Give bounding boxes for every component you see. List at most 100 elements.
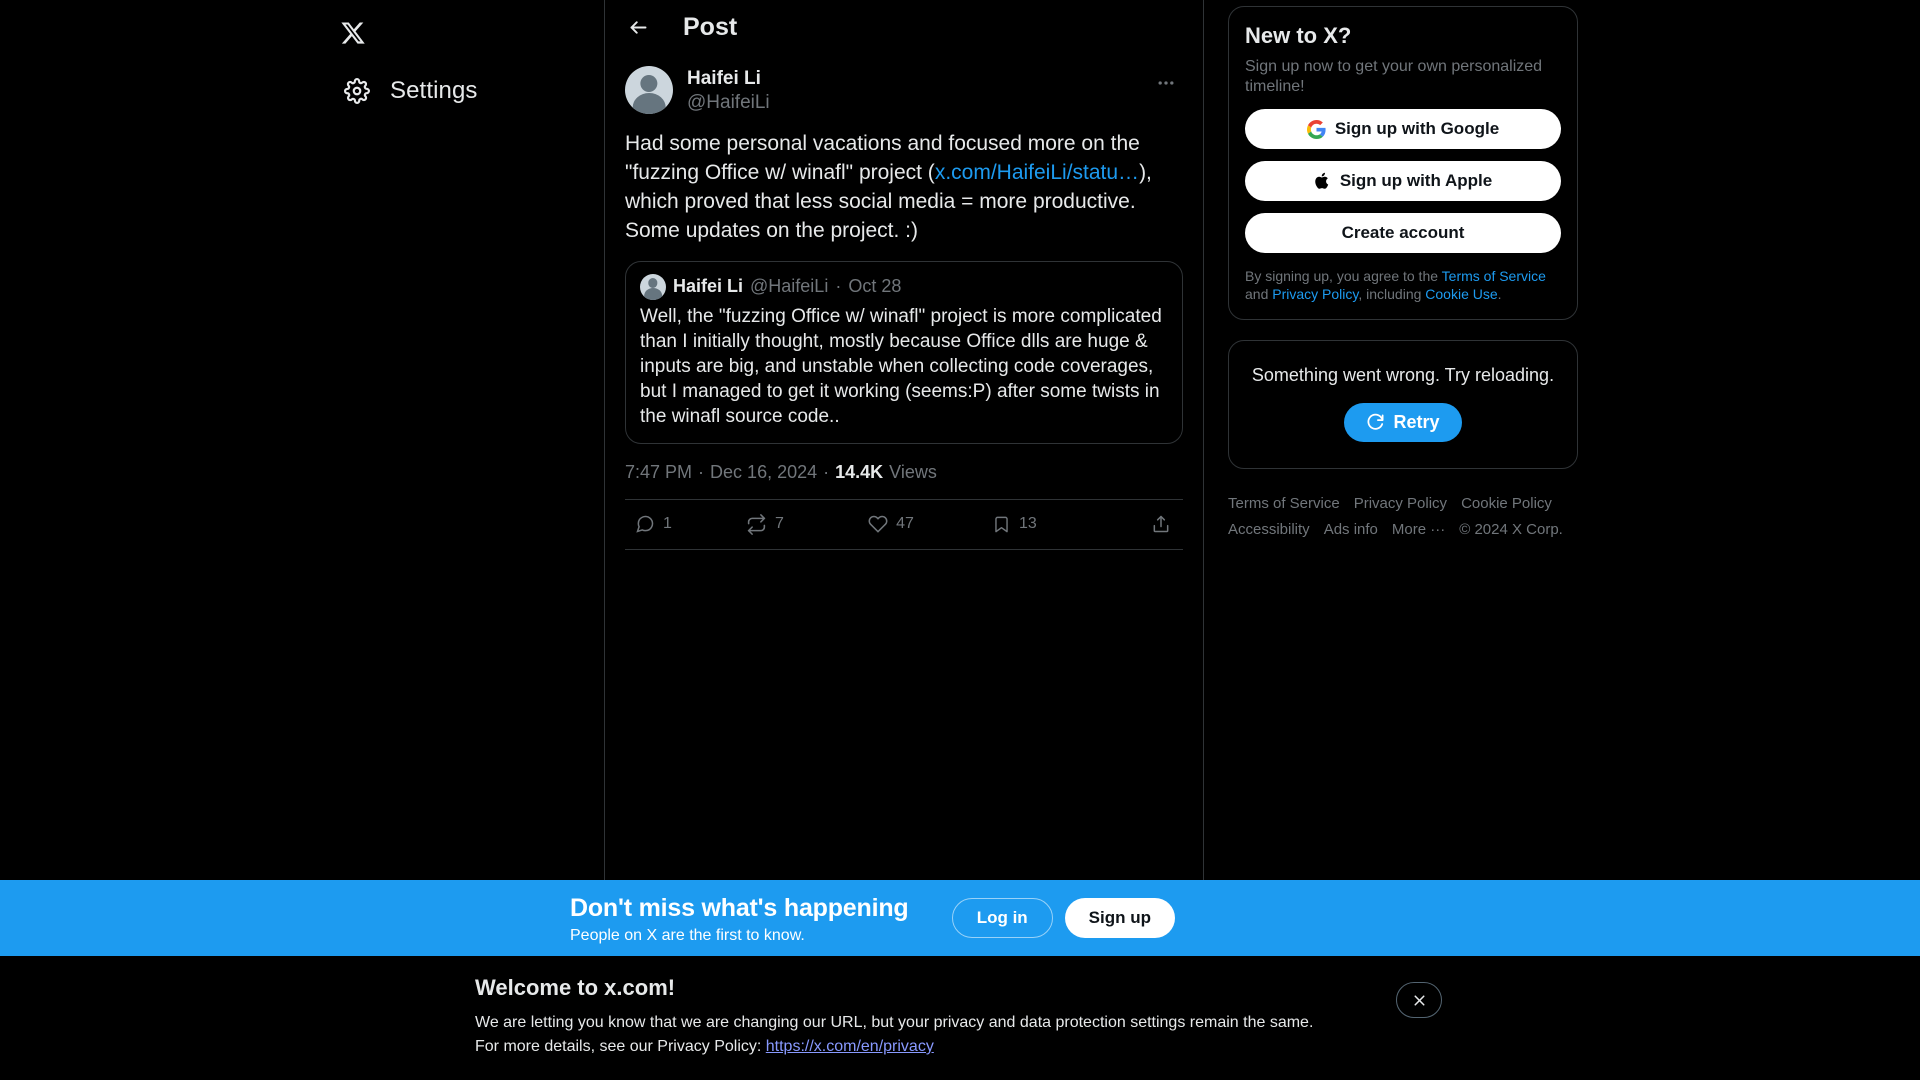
login-button[interactable]: Log in [951,898,1053,938]
notice-close-button[interactable] [1396,982,1442,1018]
gear-icon [340,74,374,108]
banner-text-block: Don't miss what's happening People on X … [570,894,909,945]
x-logo-icon [336,16,370,50]
reply-button[interactable]: 1 [635,514,672,534]
signup-apple-label: Sign up with Apple [1339,171,1493,190]
footer-link-terms[interactable]: Terms of Service [1228,495,1340,512]
footer-link-privacy[interactable]: Privacy Policy [1354,495,1447,512]
notice-line-1: We are letting you know that we are chan… [475,1014,1314,1031]
post-author-row: Haifei Li @HaifeiLi [625,58,1183,115]
signup-button[interactable]: Sign up [1064,898,1175,938]
retry-label: Retry [1393,412,1440,432]
signup-google-button[interactable]: Sign up with Google [1245,109,1561,149]
notice-line-2-prefix: For more details, see our Privacy Policy… [475,1038,766,1055]
footer-link-cookie[interactable]: Cookie Policy [1461,495,1552,512]
banner-heading: Don't miss what's happening [570,894,909,922]
footer-link-accessibility[interactable]: Accessibility [1228,521,1310,538]
refresh-icon [1368,413,1384,430]
privacy-policy-link[interactable]: Privacy Policy [1272,286,1358,302]
signup-google-label: Sign up with Google [1334,119,1500,138]
bookmark-icon [995,516,1008,532]
quoted-author-row: Haifei Li @HaifeiLi · Oct 28 [640,273,1168,300]
meta-separator-2: · [823,461,830,482]
post-date: Dec 16, 2024 [710,461,818,482]
create-account-button[interactable]: Create account [1245,213,1561,253]
post-metadata: 7:47 PM · Dec 16, 2024 · 14.4K Views [625,444,1183,500]
footer-link-more[interactable]: More ··· [1392,521,1445,538]
create-account-label: Create account [1341,223,1465,242]
post-header: Post [605,0,1203,54]
signup-card-subtitle: Sign up now to get your own personalized… [1245,58,1543,95]
apple-icon [1315,172,1329,189]
banner-subheading: People on X are the first to know. [570,927,805,944]
bookmark-button[interactable]: 13 [992,515,1037,534]
more-options-button[interactable] [1149,66,1183,100]
back-button[interactable] [621,10,655,44]
quoted-post[interactable]: Haifei Li @HaifeiLi · Oct 28 Well, the "… [625,260,1183,444]
signup-card: New to X? Sign up now to get your own pe… [1228,6,1578,320]
quoted-avatar [640,273,666,300]
more-horizontal-icon [1158,81,1174,85]
legal-and: and [1245,286,1273,302]
signup-legal-text: By signing up, you agree to the Terms of… [1245,267,1561,303]
page-title: Post [683,12,738,41]
author-handle[interactable]: @HaifeiLi [687,91,1135,115]
url-change-notice: Welcome to x.com! We are letting you kno… [0,956,1920,1080]
notice-heading: Welcome to x.com! [475,975,676,1000]
post-actions-bar: 1 7 47 13 [625,500,1183,550]
views-count: 14.4K [835,461,884,482]
notice-body: We are letting you know that we are chan… [475,1011,1313,1059]
retry-button[interactable]: Retry [1344,403,1462,442]
terms-of-service-link[interactable]: Terms of Service [1442,268,1546,284]
quoted-display-name: Haifei Li [673,276,744,296]
like-count: 47 [896,515,914,532]
footer-links: Terms of Service Privacy Policy Cookie Pol… [1228,491,1588,543]
repost-count: 7 [775,515,784,532]
left-sidebar: Settings [0,0,604,880]
banner-buttons: Log in Sign up [951,898,1175,938]
post-time: 7:47 PM [625,461,693,482]
reply-count: 1 [663,515,672,532]
post-container: Haifei Li @HaifeiLi Had some personal va… [605,54,1203,550]
quoted-separator: · [835,276,842,296]
cookie-use-link[interactable]: Cookie Use [1425,286,1497,302]
x-post-page: Settings Post Haifei Li @HaifeiLi Had so… [0,0,1920,1080]
x-logo-button[interactable] [330,6,386,60]
footer-copyright: © 2024 X Corp. [1459,521,1563,538]
signup-apple-button[interactable]: Sign up with Apple [1245,161,1561,201]
close-icon [1413,994,1425,1006]
quoted-text: Well, the "fuzzing Office w/ winafl" pro… [640,305,1162,427]
repost-button[interactable]: 7 [746,513,784,535]
bookmark-count: 13 [1019,515,1037,532]
repost-icon [747,513,766,535]
sidebar-item-settings[interactable]: Settings [330,60,520,122]
footer-link-ads-info[interactable]: Ads info [1324,521,1378,538]
post-text: Had some personal vacations and focused … [625,129,1183,245]
legal-including: , including [1358,286,1426,302]
heart-icon [868,515,888,533]
legal-end: . [1497,286,1502,302]
legal-prefix: By signing up, you agree to the [1245,268,1442,284]
meta-separator-1: · [698,461,705,482]
back-arrow-icon [630,20,646,34]
google-icon [1306,119,1326,139]
error-message: Something went wrong. Try reloading. [1251,365,1555,385]
privacy-policy-url-link[interactable]: https://x.com/en/privacy [766,1038,934,1055]
main-column: Post Haifei Li @HaifeiLi Had some person… [604,0,1204,880]
signup-card-title: New to X? [1245,23,1352,48]
views-label: Views [889,461,937,482]
quoted-handle: @HaifeiLi [750,276,829,296]
reply-icon [636,515,654,533]
share-icon [1153,515,1169,533]
share-button[interactable] [1151,514,1171,534]
error-card: Something went wrong. Try reloading. Ret… [1228,340,1578,469]
quoted-date: Oct 28 [848,276,902,296]
author-names: Haifei Li @HaifeiLi [687,66,1135,115]
signup-banner: Don't miss what's happening People on X … [0,880,1920,956]
right-sidebar: New to X? Sign up now to get your own pe… [1204,0,1920,543]
author-display-name[interactable]: Haifei Li [687,67,1135,91]
sidebar-item-label: Settings [390,77,478,104]
like-button[interactable]: 47 [868,514,914,534]
avatar[interactable] [625,66,673,114]
post-inline-link[interactable]: x.com/HaifeiLi/statu… [935,161,1139,184]
